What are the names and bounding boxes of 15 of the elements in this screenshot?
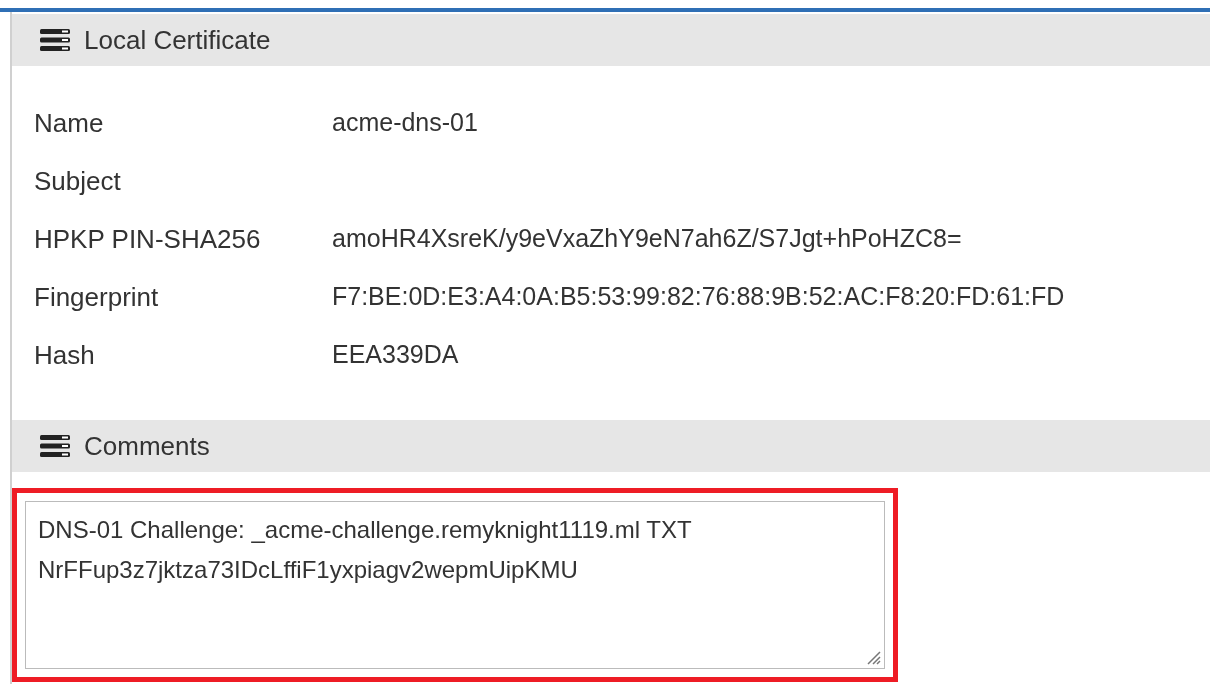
resize-grip-icon[interactable] xyxy=(865,649,881,665)
field-value: amoHR4XsreK/y9eVxaZhY9eN7ah6Z/S7Jgt+hPoHZC8= xyxy=(332,223,962,255)
comments-field[interactable]: DNS-01 Challenge: _acme-challenge.remyknight1119.ml TXT NrFFup3z7jktza73IDcLffiF1yxpiagv2wepmUipKMU xyxy=(25,501,885,669)
field-label: Name xyxy=(34,106,105,140)
section-title: Comments xyxy=(84,429,210,463)
list-icon xyxy=(40,29,70,51)
field-value: EEA339DA xyxy=(332,339,459,371)
field-label: Fingerprint xyxy=(34,280,160,314)
field-value: F7:BE:0D:E3:A4:0A:B5:53:99:82:76:88:9B:52:AC:F8:20:FD:61:FD xyxy=(332,281,1065,313)
field-value: acme-dns-01 xyxy=(332,107,478,139)
list-icon xyxy=(40,435,70,457)
section-title: Local Certificate xyxy=(84,23,271,57)
field-label: HPKP PIN-SHA256 xyxy=(34,222,262,256)
field-label: Hash xyxy=(34,338,96,372)
field-label: Subject xyxy=(34,164,122,198)
